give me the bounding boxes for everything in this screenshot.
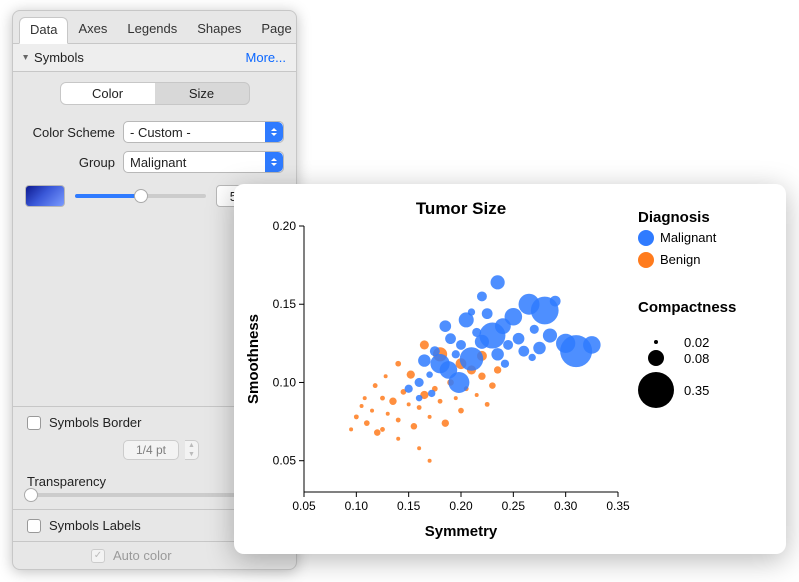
tabbar: Data Axes Legends Shapes Page — [13, 11, 296, 44]
svg-text:Symmetry: Symmetry — [425, 523, 498, 540]
svg-text:0.10: 0.10 — [273, 375, 297, 389]
svg-text:Smoothness: Smoothness — [245, 314, 262, 404]
tab-axes[interactable]: Axes — [68, 17, 117, 43]
group-select[interactable]: Malignant — [123, 151, 284, 173]
svg-text:0.25: 0.25 — [502, 499, 526, 513]
select-caret-icon — [265, 152, 283, 172]
section-title: Symbols — [34, 50, 246, 65]
border-width-select: 1/4 pt — [123, 440, 179, 460]
color-scheme-label: Color Scheme — [25, 125, 115, 140]
opacity-slider[interactable] — [75, 194, 206, 198]
stepper-up-icon: ▲ — [185, 441, 198, 450]
svg-text:0.08: 0.08 — [684, 351, 709, 366]
svg-text:Diagnosis: Diagnosis — [638, 209, 710, 226]
chart-card: Tumor Size 0.05 0.10 0.15 0.20 0.25 0.30 0.35 0.… — [234, 184, 786, 554]
group-label: Group — [25, 155, 115, 170]
color-scheme-value: - Custom - — [130, 125, 191, 140]
group-value: Malignant — [130, 155, 186, 170]
symbols-section-header[interactable]: ▸ Symbols More... — [13, 44, 296, 72]
auto-color-checkbox: ✓ — [91, 549, 105, 563]
svg-text:0.10: 0.10 — [345, 499, 369, 513]
symbols-labels-checkbox[interactable] — [27, 519, 41, 533]
color-scheme-select[interactable]: - Custom - — [123, 121, 284, 143]
svg-text:0.15: 0.15 — [397, 499, 421, 513]
svg-text:0.20: 0.20 — [449, 499, 473, 513]
stepper-down-icon: ▼ — [185, 450, 198, 459]
more-link[interactable]: More... — [246, 50, 286, 65]
scatter-chart: Tumor Size 0.05 0.10 0.15 0.20 0.25 0.30 0.35 0.… — [242, 198, 778, 542]
auto-color-label: Auto color — [113, 548, 172, 563]
color-swatch[interactable] — [25, 185, 65, 207]
svg-text:0.02: 0.02 — [684, 335, 709, 350]
svg-text:0.05: 0.05 — [273, 454, 297, 468]
svg-text:Compactness: Compactness — [638, 299, 736, 316]
svg-text:Tumor Size: Tumor Size — [416, 199, 506, 218]
slider-thumb[interactable] — [134, 189, 148, 203]
svg-text:Benign: Benign — [660, 252, 700, 267]
segment-color[interactable]: Color — [61, 83, 155, 104]
tab-data[interactable]: Data — [19, 17, 68, 44]
border-width-stepper: ▲ ▼ — [185, 440, 199, 460]
symbols-border-label: Symbols Border — [49, 415, 141, 430]
svg-text:0.35: 0.35 — [684, 383, 709, 398]
svg-text:0.15: 0.15 — [273, 297, 297, 311]
tab-shapes[interactable]: Shapes — [187, 17, 251, 43]
symbols-border-checkbox[interactable] — [27, 416, 41, 430]
tab-legends[interactable]: Legends — [117, 17, 187, 43]
select-caret-icon — [265, 122, 283, 142]
svg-text:0.05: 0.05 — [292, 499, 316, 513]
chevron-down-icon: ▸ — [20, 55, 31, 60]
segment-size[interactable]: Size — [155, 83, 249, 104]
slider-thumb[interactable] — [24, 488, 38, 502]
svg-text:0.35: 0.35 — [606, 499, 630, 513]
svg-text:0.30: 0.30 — [554, 499, 578, 513]
svg-text:Malignant: Malignant — [660, 230, 717, 245]
tab-page[interactable]: Page — [251, 17, 301, 43]
symbols-labels-label: Symbols Labels — [49, 518, 141, 533]
color-size-segment[interactable]: Color Size — [60, 82, 250, 105]
svg-text:0.20: 0.20 — [273, 219, 297, 233]
